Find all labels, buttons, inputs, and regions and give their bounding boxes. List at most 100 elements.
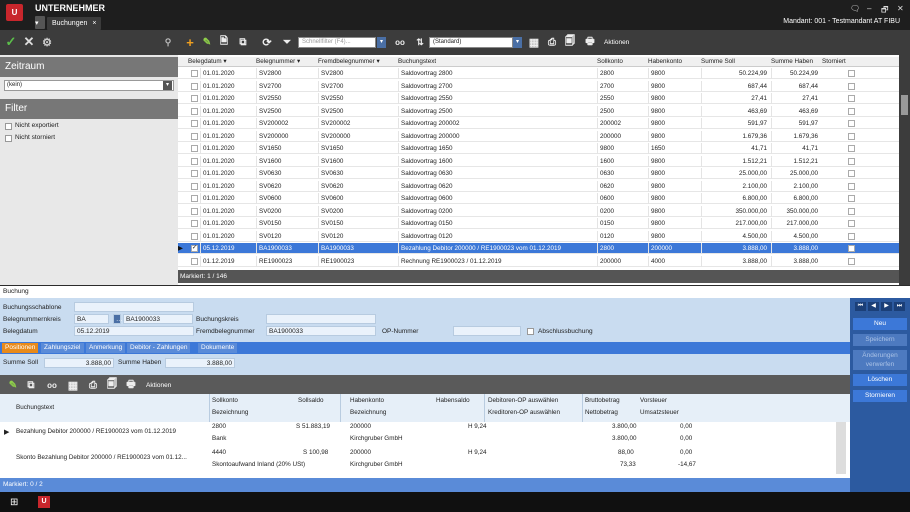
storniert-checkbox[interactable] xyxy=(848,195,855,202)
chevron-down-icon[interactable]: ▾ xyxy=(377,37,386,48)
settings-icon[interactable]: ⚙ xyxy=(40,34,54,50)
row-checkbox[interactable] xyxy=(191,257,198,265)
grid-icon[interactable]: ▦ xyxy=(527,34,541,50)
storniert-checkbox[interactable] xyxy=(848,232,855,240)
column-header[interactable]: Bezeichnung xyxy=(350,408,386,418)
number-range-field[interactable]: BA xyxy=(74,314,109,324)
column-header[interactable]: Buchungstext xyxy=(398,57,436,67)
storniert-checkbox[interactable] xyxy=(848,145,855,152)
column-header[interactable]: Fremdbelegnummer ▾ xyxy=(318,57,380,67)
position-text[interactable]: Skonto Bezahlung Debitor 200000 / RE1900… xyxy=(16,454,206,461)
edit-doc-icon[interactable]: 🗎 xyxy=(217,34,231,50)
tab-positionen[interactable]: Positionen xyxy=(2,343,39,353)
table-row[interactable]: 01.01.2020 SV2550 SV2550 Saldovortrag 2550 2… xyxy=(178,93,899,104)
row-checkbox[interactable] xyxy=(191,232,198,240)
row-checkbox[interactable] xyxy=(191,182,198,190)
column-header[interactable]: Summe Haben xyxy=(771,57,813,67)
sort-icon[interactable]: ⇅ xyxy=(414,34,426,50)
column-header[interactable]: Buchungstext xyxy=(16,403,54,413)
first-record-button[interactable]: ⏮ xyxy=(855,302,866,311)
export-icon[interactable]: 🗐 xyxy=(563,34,577,50)
checkbox[interactable] xyxy=(527,328,534,335)
row-checkbox[interactable] xyxy=(191,120,198,127)
column-header[interactable]: Belegnummer ▾ xyxy=(256,57,300,67)
row-checkbox[interactable] xyxy=(191,70,198,77)
column-header[interactable]: Vorsteuer xyxy=(640,396,667,406)
close-icon[interactable]: × xyxy=(92,20,96,27)
print-icon[interactable]: ⎙ xyxy=(545,34,559,50)
link-icon[interactable]: oo xyxy=(392,34,408,50)
storniert-checkbox[interactable] xyxy=(848,107,855,115)
date-field[interactable]: 05.12.2019 xyxy=(74,326,194,336)
column-header[interactable]: Debitoren-OP auswählen xyxy=(488,396,558,406)
storniert-checkbox[interactable] xyxy=(848,182,855,190)
storniert-checkbox[interactable] xyxy=(848,257,855,265)
row-checkbox[interactable] xyxy=(191,132,198,140)
storniert-checkbox[interactable] xyxy=(848,157,855,165)
cancel-icon[interactable]: ✕ xyxy=(22,34,36,50)
checkbox[interactable] xyxy=(5,135,12,142)
table-row[interactable]: 01.12.2019 RE1900023 RE1900023 Rechnung RE1… xyxy=(178,255,899,267)
last-record-button[interactable]: ⏭ xyxy=(894,302,905,311)
scrollbar-thumb[interactable] xyxy=(901,95,908,115)
tab-debitor-zahlungen[interactable]: Debitor - Zahlungen xyxy=(127,343,191,353)
storniert-checkbox[interactable] xyxy=(848,132,855,140)
row-checkbox[interactable] xyxy=(191,145,198,152)
column-header[interactable]: Sollkonto xyxy=(212,396,238,406)
close-window-button[interactable]: ✕ xyxy=(897,4,904,13)
quick-filter-input[interactable]: Schnellfilter (F4)... xyxy=(298,37,376,48)
chevron-down-icon[interactable]: ▾ xyxy=(163,81,172,90)
print-icon[interactable]: ⎙ xyxy=(86,377,100,393)
storniert-checkbox[interactable] xyxy=(848,245,855,252)
edit-icon[interactable]: ✎ xyxy=(6,377,20,393)
scrollbar[interactable] xyxy=(899,55,910,285)
save-button[interactable]: Speichern xyxy=(853,334,907,346)
table-row[interactable]: ▶ ✓ 05.12.2019 BA1900033 BA1900033 Bezahlung … xyxy=(178,243,899,254)
column-header[interactable]: Belegdatum ▾ xyxy=(188,57,227,67)
column-header[interactable]: Umsatzsteuer xyxy=(640,408,679,418)
gross-amount[interactable]: 88,00 xyxy=(618,448,634,458)
table-row[interactable]: 01.01.2020 SV200002 SV200002 Saldovortrag 2… xyxy=(178,118,899,129)
credit-account[interactable]: 200000 xyxy=(350,448,371,458)
table-row[interactable]: 01.01.2020 SV0620 SV0620 Saldovortrag 0620 0… xyxy=(178,180,899,192)
row-checkbox[interactable] xyxy=(191,82,198,90)
delete-button[interactable]: Löschen xyxy=(853,374,907,386)
tab-menu-icon[interactable]: ▾ xyxy=(35,16,45,29)
actions-label[interactable]: Aktionen xyxy=(146,377,171,393)
column-header[interactable]: Storniert xyxy=(822,57,846,67)
grid-icon[interactable]: ▦ xyxy=(66,377,80,393)
storniert-checkbox[interactable] xyxy=(848,95,855,102)
position-text[interactable]: Bezahlung Debitor 200000 / RE1900023 vom… xyxy=(16,428,206,435)
minimize-button[interactable]: – xyxy=(867,4,871,13)
tab-zahlungsziel[interactable]: Zahlungsziel xyxy=(41,343,84,353)
debit-account[interactable]: 2800 xyxy=(212,422,226,432)
document-number-field[interactable]: BA1900033 xyxy=(123,314,193,324)
maximize-button[interactable]: 🗗 xyxy=(881,4,889,18)
storniert-checkbox[interactable] xyxy=(848,120,855,127)
row-checkbox[interactable] xyxy=(191,195,198,202)
table-row[interactable]: 01.01.2020 SV0120 SV0120 Saldovortrag 0120 0… xyxy=(178,230,899,242)
tab-buchungen[interactable]: Buchungen × xyxy=(46,16,102,30)
table-row[interactable]: 01.01.2020 SV2800 SV2800 Saldovortrag 2800 2… xyxy=(178,68,899,79)
refresh-icon[interactable]: ⟳ xyxy=(260,34,274,50)
column-header[interactable]: Habensaldo xyxy=(436,396,470,406)
column-header[interactable]: Nettobetrag xyxy=(585,408,618,418)
edit-icon[interactable]: ✎ xyxy=(200,34,214,50)
row-checkbox[interactable] xyxy=(191,170,198,177)
app-taskbar-icon[interactable]: U xyxy=(38,496,50,508)
copy-icon[interactable]: ⧉ xyxy=(236,34,250,50)
column-header[interactable]: Bruttobetrag xyxy=(585,396,620,406)
column-header[interactable]: Kreditoren-OP auswählen xyxy=(488,408,560,418)
table-row[interactable]: 01.01.2020 SV2500 SV2500 Saldovortrag 2500 2… xyxy=(178,105,899,117)
storniert-checkbox[interactable] xyxy=(848,207,855,215)
debit-account[interactable]: 4440 xyxy=(212,448,226,458)
discard-button[interactable]: Änderungen verwerfen xyxy=(853,350,907,370)
row-checkbox[interactable] xyxy=(191,207,198,215)
table-row[interactable]: 01.01.2020 SV1650 SV1650 Saldovortrag 1650 9… xyxy=(178,143,899,154)
previous-record-button[interactable]: ◀ xyxy=(868,302,879,311)
check-icon[interactable]: ✓ xyxy=(4,34,18,50)
column-header[interactable]: Habenkonto xyxy=(648,57,682,67)
new-button[interactable]: Neu xyxy=(853,318,907,330)
pin-icon[interactable]: ⚲ xyxy=(163,34,173,50)
table-row[interactable]: 01.01.2020 SV0630 SV0630 Saldovortrag 0630 0… xyxy=(178,168,899,179)
